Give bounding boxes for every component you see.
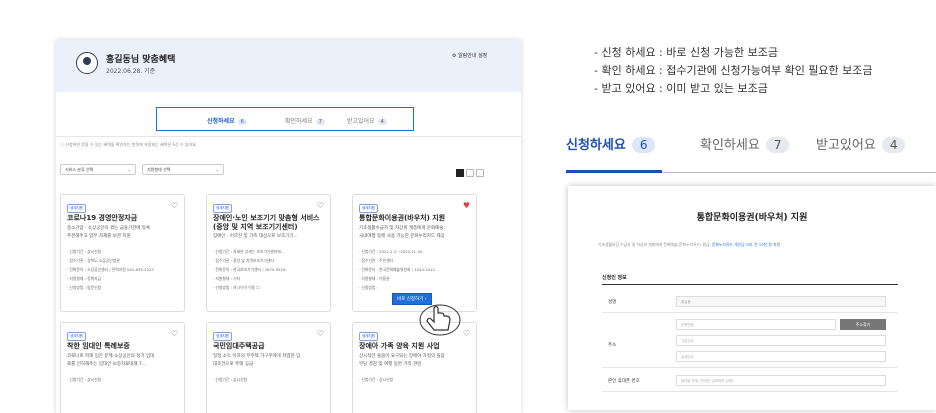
card-desc: 부담 경감 및 여행 동반 가족 관련 <box>359 362 422 367</box>
category-badge: 생계지원 <box>213 204 232 213</box>
card-info: · 신청방법 : <box>359 285 378 290</box>
heart-icon[interactable]: ♡ <box>317 201 324 210</box>
category-badge: 생계지원 <box>67 332 86 341</box>
tab-check-large[interactable]: 확인하세요 7 <box>700 134 790 153</box>
card-desc: 료를 인하해주는 임대인 보증자료대해 7... <box>67 362 147 367</box>
chevron-down-icon: ⌄ <box>215 167 219 172</box>
card-desc: 장애인 · 어르신 및 가족 대상으로 보조기기... <box>213 234 298 239</box>
view-toggle <box>454 169 484 188</box>
tab-group-zoom: 신청하세요 6 확인하세요 7 받고있어요 4 <box>566 112 936 174</box>
tab-apply[interactable]: 신청하세요 6 <box>207 116 247 125</box>
card-info: · 접수기관 : 중앙 및 지역보조기기센터 <box>213 258 274 263</box>
card-title: 코로나19 경영안정자금 <box>67 214 138 222</box>
info-notice: ⓘ 신청하면 받을 수 있는 혜택을 확인하는 항목에 포함되는 혜택은 6건 … <box>60 142 198 147</box>
card-info: · 신청기간 : 상시신청 <box>67 377 102 382</box>
tab-check[interactable]: 확인하세요 7 <box>285 116 325 125</box>
card-info: · 전화문의 : 한국보조기기센터 / 1670-5529 <box>213 267 286 272</box>
card-desc: 추천해주고 업무 자재를 보관 지원 <box>67 234 131 239</box>
card-info: · 신청기간 : 상시신청 <box>213 377 248 382</box>
card-desc: 일정 소득 이하의 무주택 가구주에게 저렴한 임 <box>213 354 301 359</box>
compact-view-icon[interactable] <box>476 169 484 177</box>
support-type-select[interactable]: 지원형태 선택 ⌄ <box>142 164 224 175</box>
card-info: · 지원형태 : 정책자금 <box>67 276 102 281</box>
card-title: 장애아 가족 양육 지원 사업 <box>359 342 440 350</box>
card-desc: 중소기업 · 소상공인이 겪는 금융기관에 등록 <box>67 226 151 231</box>
name-field[interactable]: 홍길동 <box>676 296 886 307</box>
tab-receiving[interactable]: 받고있어요 4 <box>347 116 387 125</box>
category-badge: 생계지원 <box>359 204 378 213</box>
phone-field[interactable]: 휴대폰 번호 (숫자만 입력하여 입력) <box>676 375 886 386</box>
category-badge: 생계지원 <box>359 332 378 341</box>
list-view-icon[interactable] <box>466 169 474 177</box>
row-divider <box>602 391 898 392</box>
row-divider <box>602 312 898 313</box>
heart-icon[interactable]: ♡ <box>171 329 178 338</box>
heart-icon[interactable]: ♡ <box>317 329 324 338</box>
chevron-down-icon: ⌄ <box>127 167 131 172</box>
card-info: · 지원형태 : 기타 <box>213 276 241 281</box>
card-info: · 접수기관 : 경북도 소상공인청관 <box>67 258 120 263</box>
card-info: · 신청기간 : 상시신청 <box>67 249 102 254</box>
card-title: 국민임대주택공급 <box>213 342 265 350</box>
benefit-card[interactable]: 생계지원 ♡ 코로나19 경영안정자금 중소기업 · 소상공인이 겪는 금융기관… <box>60 194 185 312</box>
active-tab-underline <box>566 170 662 173</box>
name-label: 성명 <box>608 300 617 305</box>
benefit-page-screenshot: 홍길동님 맞춤혜택 2022.06.28. 기준 ⚙ 알림안내 설정 신청하세요… <box>56 40 521 413</box>
category-badge: 생계지원 <box>67 204 86 213</box>
legend-apply: - 신청 하세요 : 바로 신청 가능한 보조금 <box>594 46 778 59</box>
notice-link[interactable]: 문화누리카드 개인당 1매, 연 10만 원 지원 <box>712 242 780 247</box>
card-info: · 신청기간 : 자세한 상세는 보조기기센터에... <box>213 249 285 254</box>
heart-icon[interactable]: ♡ <box>463 329 470 338</box>
profile-header: 홍길동님 맞춤혜택 2022.06.28. 기준 ⚙ 알림안내 설정 <box>56 40 521 92</box>
card-info: · 전화문의 : 한국문화예술위원회 / 1544-3412 <box>359 267 435 272</box>
section-divider <box>602 284 898 285</box>
card-desc: 상시적인 돌봄이 요구되는 장애아 가정의 돌봄 <box>359 354 445 359</box>
category-badge: 생계지원 <box>213 332 232 341</box>
card-title: 통합문화이용권(바우처) 지원 <box>359 214 446 222</box>
card-info: · 지원형태 : 이용권 <box>359 276 390 281</box>
row-divider <box>602 367 898 368</box>
tab-apply-large[interactable]: 신청하세요 6 <box>566 134 656 153</box>
find-address-button[interactable]: 주소찾기 <box>840 319 886 330</box>
base-address-field[interactable]: 기본주소 <box>676 335 886 346</box>
phone-label: 본인 휴대폰 번호 <box>608 379 640 384</box>
card-desc: 대조건으로 주택 공급 <box>213 362 254 367</box>
date-label: 2022.06.28. 기준 <box>106 68 156 75</box>
card-info: · 접수기관 : 주민센터 <box>359 258 394 263</box>
avatar <box>76 52 98 74</box>
section-title: 신청인 정보 <box>602 275 627 281</box>
alert-settings-button[interactable]: ⚙ 알림안내 설정 <box>452 52 487 59</box>
tab-divider <box>56 136 521 137</box>
legend-check: - 확인 하세요 : 접수기관에 신청가능여부 확인 필요한 보조금 <box>594 64 873 77</box>
tab-group: 신청하세요 6 확인하세요 7 받고있어요 4 <box>156 107 414 131</box>
heart-icon[interactable]: ♡ <box>171 201 178 210</box>
card-info: · 전화문의 : 소상공인센터 / 전력지원 041-635-2223 <box>67 267 154 272</box>
card-title: 착한 임대인 특례보증 <box>67 342 130 350</box>
heart-filled-icon[interactable]: ♥ <box>463 201 470 210</box>
gear-icon: ⚙ <box>452 53 457 59</box>
address-label: 주소 <box>608 343 617 348</box>
form-title: 통합문화이용권(바우처) 지원 <box>696 213 808 223</box>
zipcode-field[interactable]: 우편번호 <box>676 319 836 330</box>
card-info: · 신청방법 : 방문신청 <box>67 285 102 290</box>
grid-view-icon[interactable] <box>456 169 464 177</box>
tab-receiving-large[interactable]: 받고있어요 4 <box>816 134 906 153</box>
application-form-screenshot: 통합문화이용권(바우처) 지원 기초생활보장 수급자 및 차상위 계층에게 문화… <box>568 186 936 410</box>
user-title: 홍길동님 맞춤혜택 <box>106 55 176 65</box>
card-title-2: (중앙 및 지역 보조기기센터) <box>213 223 298 231</box>
detail-address-field[interactable]: 상세주소 <box>676 351 886 362</box>
card-info: · 신청방법 : 하나이이 이동 ☐ <box>213 285 260 290</box>
card-desc: 기초생활수급자 및 차상위 계층에게 문화예술, <box>359 226 445 231</box>
card-info: · 신청기간 : 2022.2.3.~2022.11.30. <box>359 249 424 254</box>
legend-receiving: - 받고 있어요 : 이미 받고 있는 보조금 <box>594 82 768 95</box>
card-desc: 국내여행 등에 사용 가능한 문화누리카드 제공 <box>359 234 445 239</box>
form-notice: 기초생활보장 수급자 및 차상위 계층에게 문화예술(문화누리카드) 발급, 문… <box>598 242 781 247</box>
pointer-hand-icon <box>419 304 461 336</box>
card-info: · 신청기간 : 상시신청 <box>359 377 394 382</box>
benefit-card[interactable]: 생계지원 ♡ 착한 임대인 특례보증 코로나로 피해 입은 분께 소상공인의 성… <box>60 322 185 413</box>
card-desc: 코로나로 피해 입은 분께 소상공인의 성가 임대 <box>67 354 155 359</box>
benefit-card[interactable]: 생계지원 ♡ 장애인·노인 보조기기 맞춤형 서비스 (중앙 및 지역 보조기기… <box>206 194 331 312</box>
benefit-card[interactable]: 생계지원 ♡ 국민임대주택공급 일정 소득 이하의 무주택 가구주에게 저렴한 … <box>206 322 331 413</box>
service-category-select[interactable]: 서비스 분류 선택 ⌄ <box>60 164 136 175</box>
